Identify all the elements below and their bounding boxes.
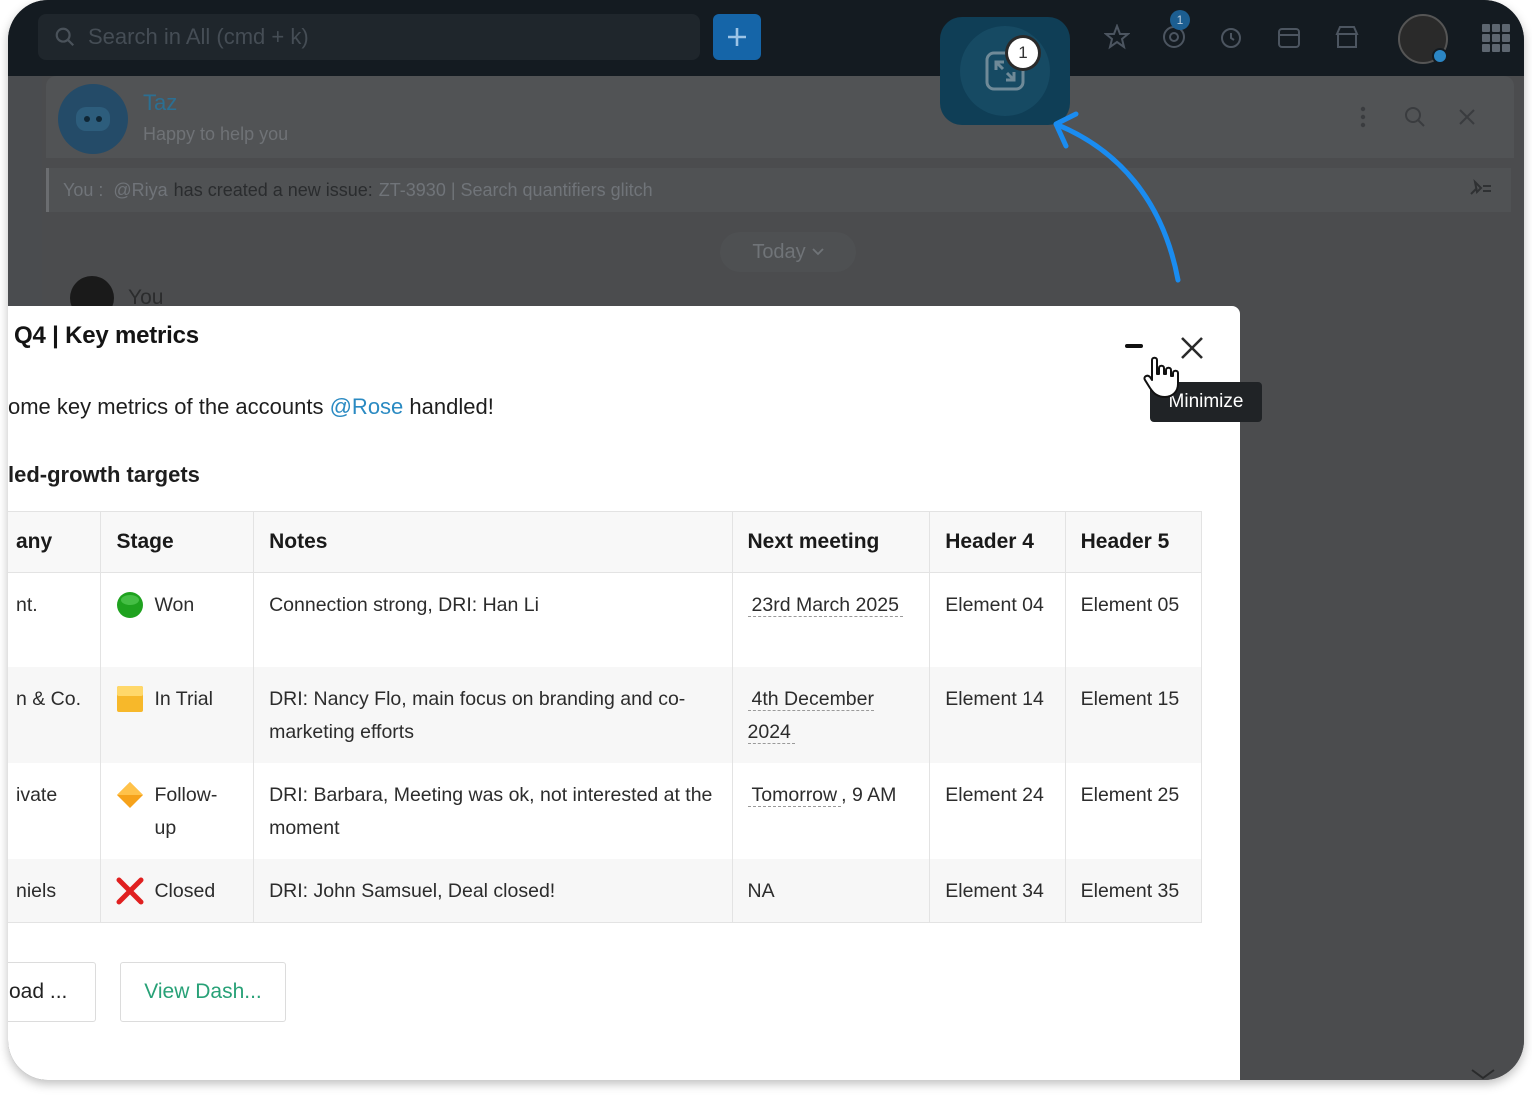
cell-next-meeting: 4th December 2024 [731, 666, 931, 763]
green-circle-icon [116, 591, 144, 619]
robot-icon [76, 107, 110, 131]
cell-company: ivate [8, 762, 102, 859]
cell-header-4: Element 04 [929, 572, 1066, 667]
cell-header-4: Element 24 [929, 762, 1066, 859]
intro-suffix: handled! [409, 394, 494, 419]
stage-label: Won [154, 594, 195, 616]
col-stage: Stage [100, 511, 255, 573]
chat-header: Taz Happy to help you [46, 76, 1514, 158]
kebab-icon [1360, 106, 1366, 128]
metrics-card: Q4 | Key metrics Minimize ome key metric… [8, 306, 1262, 1080]
search-icon [1405, 107, 1425, 127]
orange-diamond-icon [116, 781, 144, 809]
bot-status: Happy to help you [143, 124, 289, 144]
col-header-4: Header 4 [929, 511, 1066, 573]
cell-notes: DRI: Nancy Flo, main focus on branding a… [253, 666, 733, 763]
search-input[interactable]: Search in All (cmd + k) [38, 14, 700, 60]
star-icon[interactable] [1104, 24, 1130, 50]
bot-avatar[interactable] [58, 84, 128, 154]
hand-cursor-icon [1143, 356, 1179, 398]
col-header-5: Header 5 [1064, 511, 1203, 573]
cell-header-5: Element 15 [1064, 666, 1203, 763]
close-icon [1459, 109, 1475, 125]
card-title: Q4 | Key metrics [14, 322, 199, 349]
table-row: ivate Follow-up DRI: Barbara, Meeting wa… [8, 762, 1203, 859]
annotation-arrow [1053, 111, 1181, 283]
app-frame: Search in All (cmd + k) 1 Taz Happy to h… [8, 0, 1524, 1080]
cell-header-5: Element 05 [1064, 572, 1203, 667]
chat-close-button[interactable] [1450, 100, 1484, 134]
meeting-date-link[interactable]: 4th December 2024 [747, 687, 874, 744]
alarm-icon[interactable] [1218, 24, 1244, 50]
minus-icon [1125, 344, 1143, 348]
more-options-button[interactable] [1346, 100, 1380, 134]
intro-prefix: ome key metrics of the accounts [8, 394, 324, 419]
chat-header-actions [1346, 100, 1484, 134]
top-bar: Search in All (cmd + k) 1 [8, 0, 1524, 76]
table-row: niels Closed DRI: John Samsuel, Deal clo… [8, 858, 1203, 923]
pinned-message[interactable]: You : @Riya has created a new issue: ZT-… [46, 168, 1511, 212]
search-icon [55, 27, 75, 47]
cell-header-4: Element 14 [929, 666, 1066, 763]
stage-label: Closed [154, 879, 216, 902]
table-row: n & Co. In Trial DRI: Nancy Flo, main fo… [8, 666, 1203, 763]
cell-next-meeting: NA [731, 858, 931, 923]
cell-next-meeting: Tomorrow, 9 AM [731, 762, 931, 859]
cell-stage: Won [100, 572, 255, 667]
card-intro: ome key metrics of the accounts @Rose ha… [8, 394, 494, 420]
col-notes: Notes [253, 511, 733, 573]
stage-label: Follow-up [154, 783, 218, 839]
meeting-time: , 9 AM [841, 783, 897, 806]
bot-name[interactable]: Taz [143, 90, 177, 116]
red-cross-icon [116, 877, 144, 905]
minimized-count-badge: 1 [1008, 38, 1038, 68]
cell-stage: In Trial [100, 666, 255, 763]
cell-company: n & Co. [8, 666, 102, 763]
calendar-icon[interactable] [1276, 24, 1302, 50]
cell-notes: DRI: John Samsuel, Deal closed! [253, 858, 733, 923]
pinned-mention[interactable]: @Riya [113, 180, 167, 201]
table-row: nt. Won Connection strong, DRI: Han Li 2… [8, 572, 1203, 667]
metrics-table: any Stage Notes Next meeting Header 4 He… [8, 511, 1203, 923]
cell-company: nt. [8, 572, 102, 667]
cell-header-4: Element 34 [929, 858, 1066, 923]
intro-mention[interactable]: @Rose [330, 394, 404, 419]
stage-label: In Trial [154, 687, 213, 710]
cell-notes: Connection strong, DRI: Han Li [253, 572, 733, 667]
yellow-square-icon [116, 685, 144, 713]
col-next-meeting: Next meeting [731, 511, 931, 573]
date-divider-label: Today [752, 240, 806, 263]
search-placeholder: Search in All (cmd + k) [88, 24, 309, 49]
presence-dot [1432, 48, 1448, 64]
meeting-date-link[interactable]: 23rd March 2025 [747, 594, 903, 617]
col-company: any [8, 511, 102, 573]
chevron-down-icon [812, 248, 824, 256]
cell-next-meeting: 23rd March 2025 [731, 572, 931, 667]
chat-search-button[interactable] [1398, 100, 1432, 134]
add-button[interactable] [713, 14, 761, 60]
pinned-issue-link[interactable]: ZT-3930 | Search quantifiers glitch [379, 180, 653, 201]
pinned-sender: You : [63, 179, 104, 200]
plus-icon [728, 28, 746, 46]
cell-stage: Closed [100, 858, 255, 923]
cell-header-5: Element 35 [1064, 858, 1203, 923]
pin-list-icon[interactable] [1467, 178, 1493, 200]
meeting-date-link[interactable]: Tomorrow [747, 783, 842, 807]
apps-grid-icon[interactable] [1482, 24, 1510, 52]
table-heading: led-growth targets [8, 462, 200, 487]
cell-notes: DRI: Barbara, Meeting was ok, not intere… [253, 762, 733, 859]
cell-stage: Follow-up [100, 762, 255, 859]
cell-header-5: Element 25 [1064, 762, 1203, 859]
download-button[interactable]: oad ... [8, 962, 96, 1022]
restore-minimized-button[interactable] [940, 17, 1070, 125]
cell-company: niels [8, 858, 102, 923]
date-divider[interactable]: Today [720, 232, 856, 272]
chevron-down-icon[interactable] [1468, 1068, 1498, 1080]
user-avatar[interactable] [1398, 14, 1448, 64]
view-dashboard-button[interactable]: View Dash... [120, 962, 286, 1022]
pinned-text: has created a new issue: [173, 179, 373, 200]
mention-badge: 1 [1170, 10, 1190, 30]
store-icon[interactable] [1334, 24, 1360, 50]
table-header-row: any Stage Notes Next meeting Header 4 He… [8, 511, 1203, 573]
